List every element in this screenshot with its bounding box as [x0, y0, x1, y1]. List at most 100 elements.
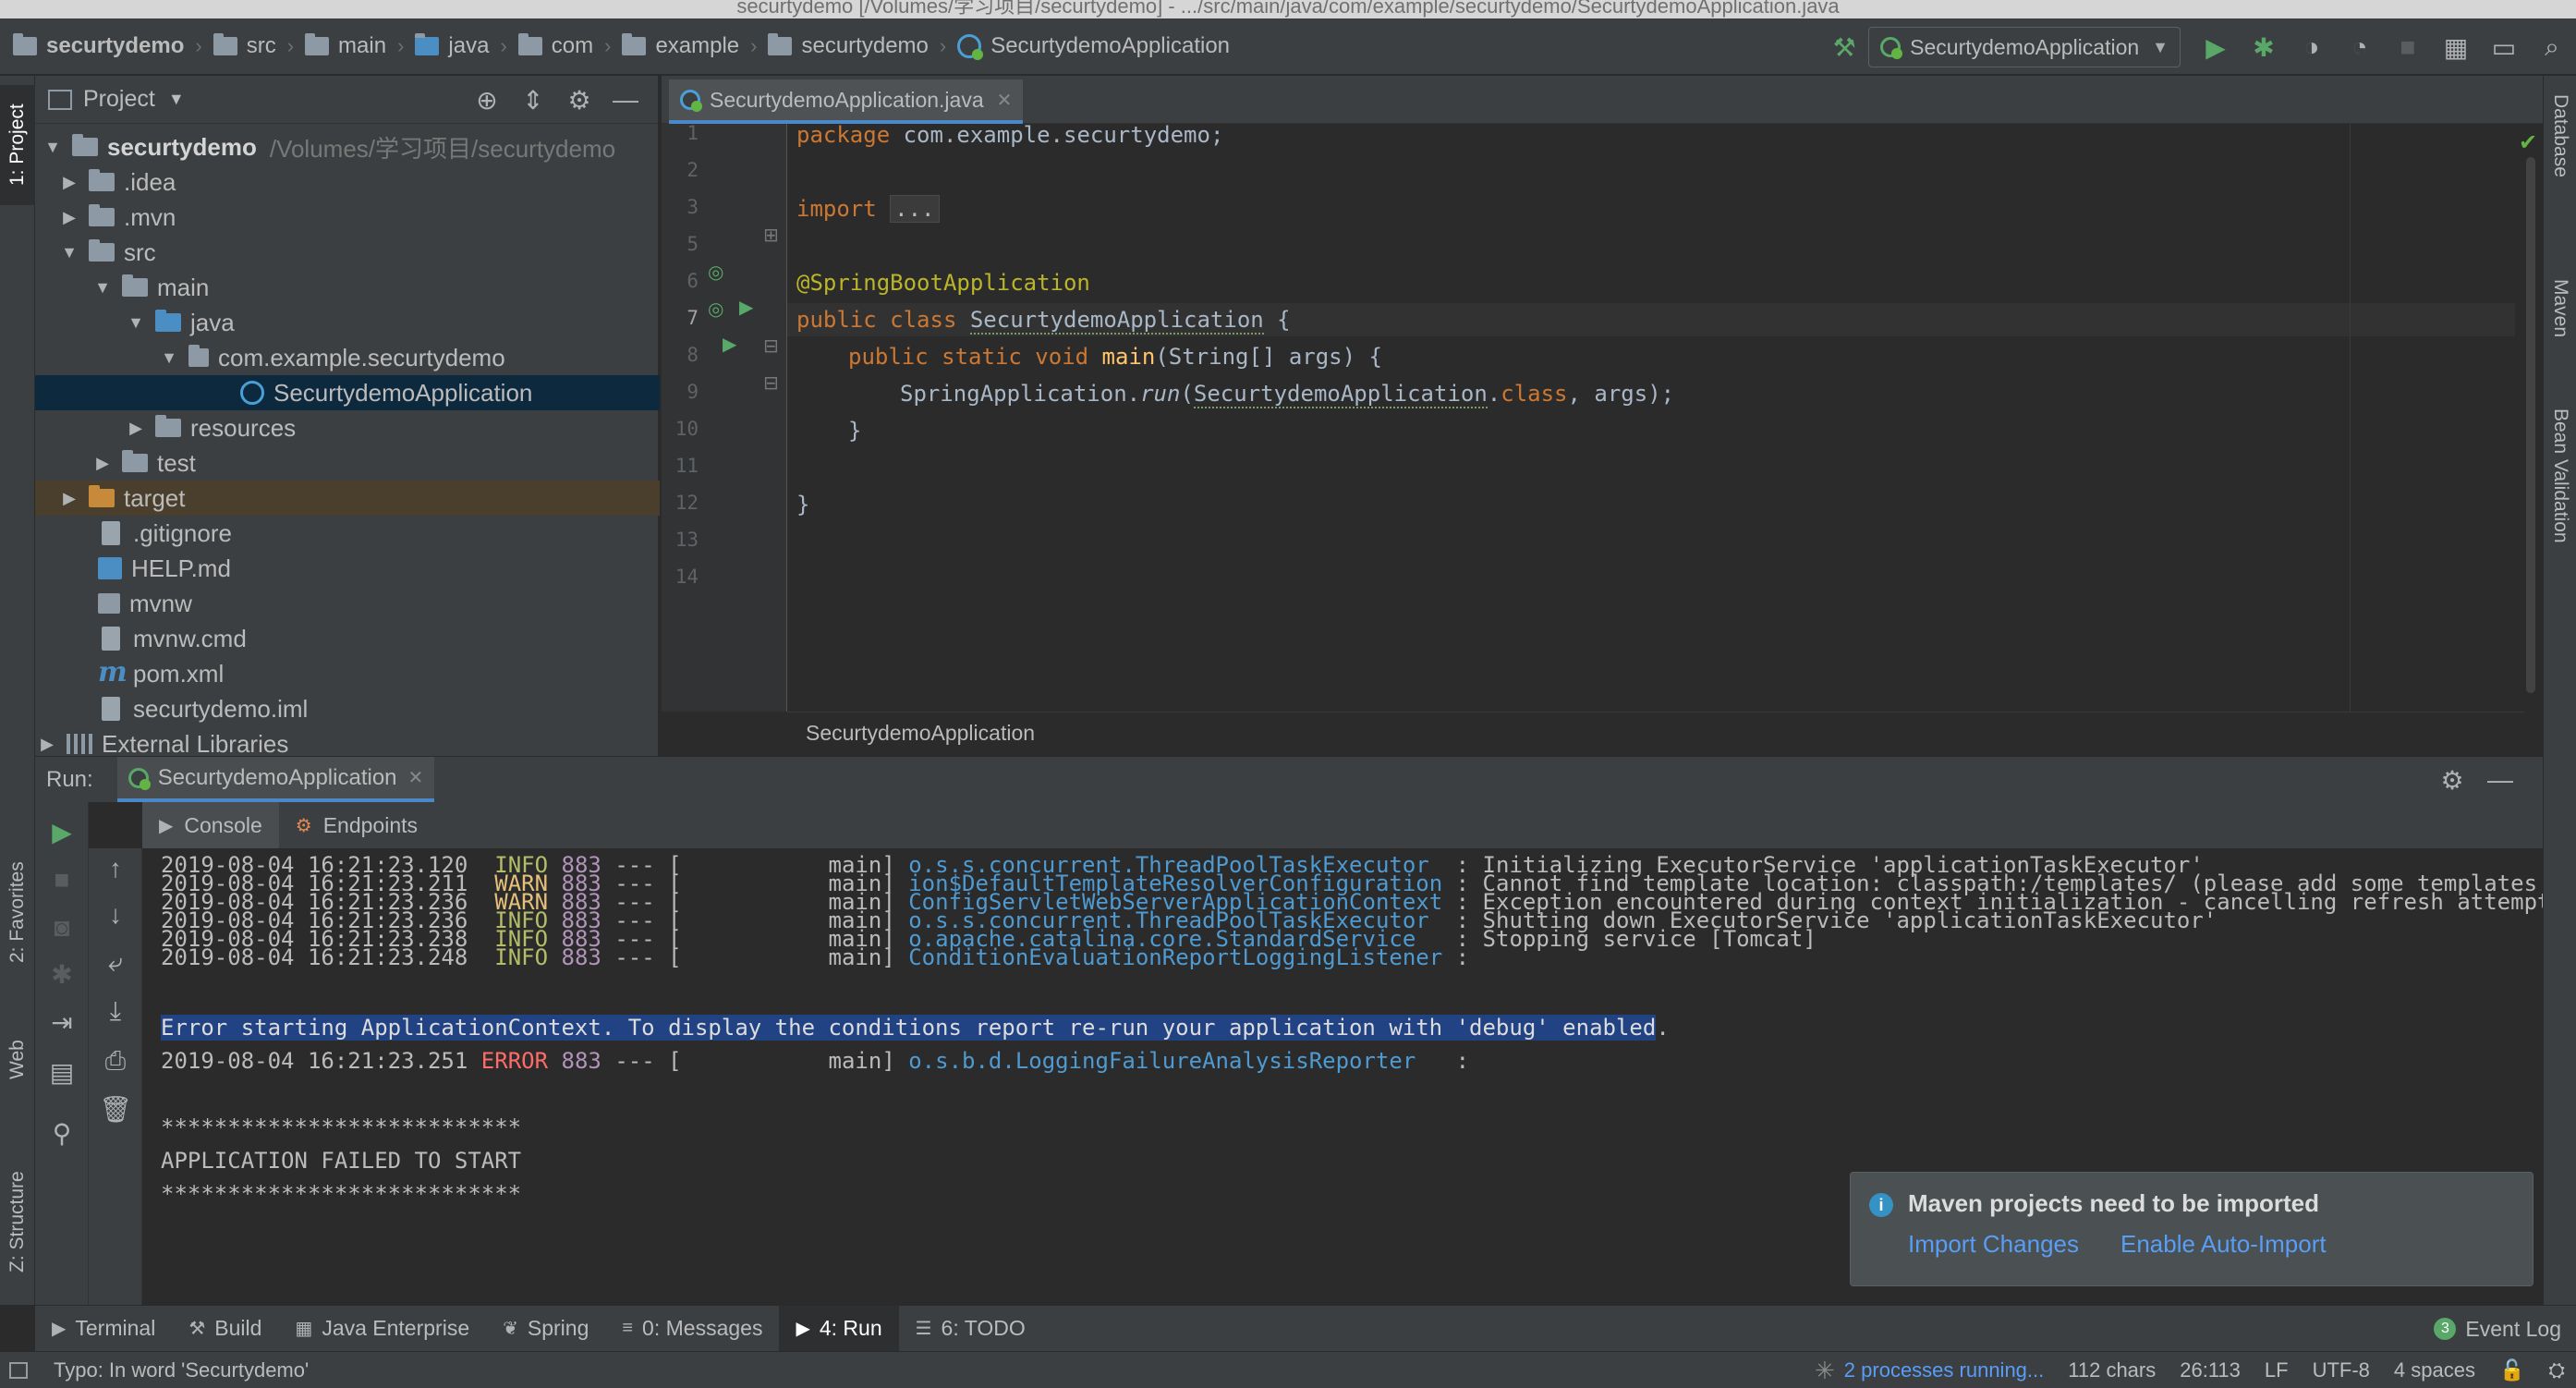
log-logger[interactable]: o.s.b.d.LoggingFailureAnalysisReporter	[908, 1048, 1442, 1074]
tree-item-package[interactable]: ▼ com.example.securtydemo	[35, 340, 660, 375]
tab-endpoints[interactable]: ⚙ Endpoints	[279, 802, 434, 848]
background-processes-link[interactable]: 2 processes running...	[1844, 1358, 2044, 1382]
tree-item-target[interactable]: ▶ target	[35, 481, 660, 516]
memory-indicator-icon[interactable]: ⛭	[2548, 1358, 2565, 1382]
indent-setting[interactable]: 4 spaces	[2394, 1358, 2475, 1382]
tool-tab-favorites[interactable]: 2: Favorites	[0, 843, 35, 981]
run-gutter-icon[interactable]: ▶	[723, 333, 736, 356]
fold-icon[interactable]: ⊞	[763, 224, 779, 247]
run-configuration-select[interactable]: SecurtydemoApplication ▼	[1868, 27, 2181, 67]
tree-item-java[interactable]: ▼ java	[35, 305, 660, 340]
breadcrumb-com[interactable]: com	[513, 18, 599, 74]
breadcrumb-class[interactable]: SecurtydemoApplication	[952, 18, 1235, 74]
pin-icon[interactable]: ⚲	[35, 1118, 89, 1149]
exit-icon[interactable]: ⇥	[35, 1007, 89, 1038]
chevron-down-icon[interactable]: ▼	[92, 278, 113, 298]
tool-tab-build[interactable]: ⚒ Build	[172, 1306, 278, 1351]
file-encoding[interactable]: UTF-8	[2313, 1358, 2370, 1382]
locate-icon[interactable]: ⊕	[464, 85, 510, 116]
selected-error-text[interactable]: Error starting ApplicationContext. To di…	[161, 1015, 1657, 1041]
breadcrumb-project[interactable]: securtydemo	[0, 18, 189, 74]
chevron-down-icon[interactable]: ▼	[126, 313, 146, 333]
tree-item-project-root[interactable]: ▼ securtydemo /Volumes/学习项目/securtydemo	[35, 129, 660, 164]
inspection-ok-icon[interactable]: ✔	[2519, 129, 2537, 156]
editor-tab-application[interactable]: SecurtydemoApplication.java ✕	[669, 79, 1024, 124]
tool-tab-maven[interactable]: Maven	[2544, 279, 2576, 381]
enable-auto-import-link[interactable]: Enable Auto-Import	[2120, 1230, 2327, 1259]
collapse-all-icon[interactable]: ⇕	[510, 85, 556, 116]
build-hammer-icon[interactable]: ⚒	[1820, 25, 1868, 69]
tree-item-test[interactable]: ▶ test	[35, 445, 660, 481]
stop-icon[interactable]: ■	[2384, 25, 2432, 69]
line-separator[interactable]: LF	[2265, 1358, 2289, 1382]
lock-icon[interactable]: 🔓	[2499, 1358, 2524, 1382]
fold-icon[interactable]: ⊟	[763, 371, 779, 395]
run-gutter-icon[interactable]: ▶	[739, 296, 753, 319]
tool-tab-database[interactable]: Database	[2544, 94, 2576, 214]
close-icon[interactable]: ✕	[997, 89, 1013, 112]
project-structure-icon[interactable]: ▦	[2432, 25, 2480, 69]
spring-bean-icon[interactable]: ◎	[708, 261, 723, 284]
soft-wrap-icon[interactable]: ⤶	[89, 948, 142, 979]
project-view-select[interactable]: Project	[83, 86, 155, 113]
tool-tab-todo[interactable]: ☰ 6: TODO	[899, 1306, 1042, 1351]
layout-icon[interactable]: ▭	[2480, 25, 2528, 69]
chevron-right-icon[interactable]: ▶	[37, 735, 57, 754]
tool-tab-spring[interactable]: ❦ Spring	[486, 1306, 605, 1351]
tool-windows-icon[interactable]	[9, 1362, 28, 1379]
gear-icon[interactable]: ⚙	[2428, 765, 2476, 796]
tree-item-application-class[interactable]: SecurtydemoApplication	[35, 375, 660, 410]
chevron-right-icon[interactable]: ▶	[92, 454, 113, 473]
arrow-up-icon[interactable]: ↑	[89, 854, 142, 883]
breadcrumb-java[interactable]: java	[409, 18, 494, 74]
tree-item-resources[interactable]: ▶ resources	[35, 410, 660, 445]
search-icon[interactable]: ⌕	[2528, 25, 2576, 69]
coverage-icon[interactable]: ◑	[2288, 25, 2336, 69]
tool-tab-terminal[interactable]: ▶ Terminal	[35, 1306, 172, 1351]
arrow-down-icon[interactable]: ↓	[89, 900, 142, 930]
tab-console[interactable]: ▶ Console	[142, 802, 279, 848]
tree-item-src[interactable]: ▼ src	[35, 235, 660, 270]
tool-tab-messages[interactable]: ≡ 0: Messages	[605, 1306, 779, 1351]
gear-icon[interactable]: ⚙	[556, 85, 602, 116]
camera-icon[interactable]: ◙	[35, 913, 89, 943]
chevron-right-icon[interactable]: ▶	[126, 419, 146, 438]
breadcrumb-main[interactable]: main	[299, 18, 392, 74]
breadcrumb-securtydemo[interactable]: securtydemo	[762, 18, 933, 74]
breadcrumb-example[interactable]: example	[616, 18, 745, 74]
trash-icon[interactable]: 🗑	[89, 1094, 142, 1125]
tool-tab-run[interactable]: ▶ 4: Run	[779, 1306, 899, 1351]
log-logger[interactable]: ConditionEvaluationReportLoggingListener	[908, 944, 1442, 970]
layout-icon[interactable]: ▤	[35, 1057, 89, 1088]
debug-icon[interactable]: ✱	[35, 959, 89, 990]
debug-icon[interactable]: ✱	[2240, 25, 2288, 69]
rerun-icon[interactable]: ▶	[35, 817, 89, 847]
tree-item-mvnw[interactable]: mvnw	[35, 586, 660, 621]
tree-item-mvn[interactable]: ▶ .mvn	[35, 200, 660, 235]
breadcrumb-src[interactable]: src	[208, 18, 282, 74]
chevron-down-icon[interactable]: ▼	[59, 243, 79, 262]
caret-position[interactable]: 26:113	[2180, 1358, 2241, 1382]
folded-imports[interactable]: ...	[890, 195, 940, 223]
tool-tab-structure[interactable]: Z: Structure	[0, 1138, 35, 1305]
run-tab-application[interactable]: SecurtydemoApplication ✕	[116, 757, 435, 802]
close-icon[interactable]: ✕	[408, 766, 424, 789]
spring-bean-icon[interactable]: ◎	[708, 298, 723, 321]
tool-tab-bean-validation[interactable]: Bean Validation	[2544, 408, 2576, 649]
fold-icon[interactable]: ⊟	[763, 335, 779, 358]
hide-icon[interactable]: —	[2476, 765, 2524, 795]
profile-icon[interactable]: ◔	[2336, 25, 2384, 69]
import-changes-link[interactable]: Import Changes	[1908, 1230, 2079, 1259]
code-editor[interactable]: package com.example.securtydemo; import …	[787, 122, 2524, 712]
tree-item-iml[interactable]: securtydemo.iml	[35, 691, 660, 726]
tree-item-gitignore[interactable]: .gitignore	[35, 516, 660, 551]
tree-item-help-md[interactable]: HELP.md	[35, 551, 660, 586]
tree-item-pom-xml[interactable]: m pom.xml	[35, 656, 660, 691]
scroll-to-end-icon[interactable]: ⤓	[89, 996, 142, 1027]
print-icon[interactable]: ⎙	[89, 1046, 142, 1077]
hide-icon[interactable]: —	[602, 85, 649, 115]
editor-scrollbar[interactable]	[2526, 157, 2535, 693]
tool-tab-java-enterprise[interactable]: ▦ Java Enterprise	[278, 1306, 486, 1351]
tree-item-main[interactable]: ▼ main	[35, 270, 660, 305]
chevron-down-icon[interactable]: ▼	[159, 348, 179, 368]
